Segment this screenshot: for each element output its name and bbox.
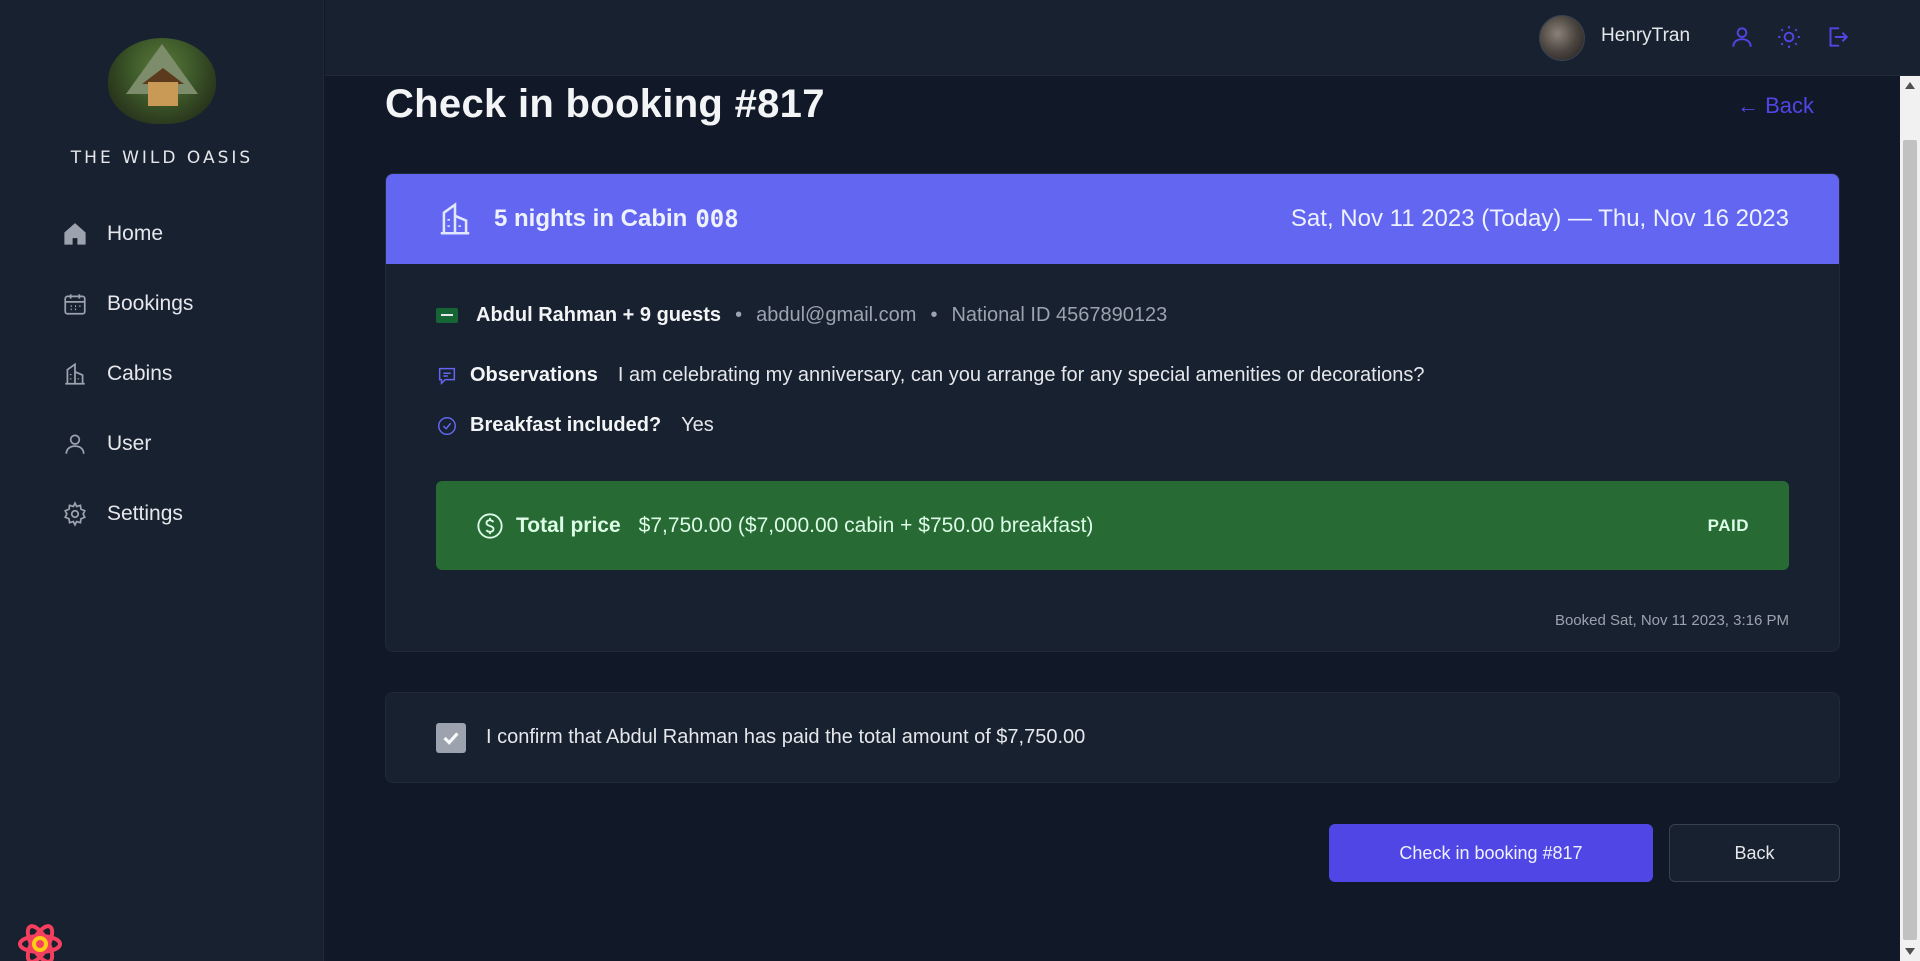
sidebar-item-label: User [107,432,152,455]
booking-card-header: 5 nights in Cabin 008 Sat, Nov 11 2023 (… [386,174,1839,264]
dollar-circle-icon [477,512,503,539]
guest-name: Abdul Rahman + 9 guests [476,304,722,326]
observations-label: Observations [470,364,598,386]
separator-dot: • [930,304,938,326]
logout-button[interactable] [1824,24,1850,50]
sidebar-item-label: Cabins [107,362,173,385]
gear-icon [64,501,86,527]
cabin-icon [440,202,470,235]
logo: THE WILD OASIS [0,38,324,168]
scrollbar[interactable] [1900,76,1920,961]
logout-icon [1829,27,1849,47]
brand-name: THE WILD OASIS [70,148,254,168]
observations-text: I am celebrating my anniversary, can you… [617,364,1425,386]
sidebar-item-bookings[interactable]: Bookings [52,280,292,328]
total-price-label: Total price [516,513,621,537]
back-button[interactable]: Back [1669,824,1840,882]
booked-timestamp: Booked Sat, Nov 11 2023, 3:16 PM [1554,612,1789,629]
cabin-number: 008 [695,205,739,233]
separator-dot: • [735,304,743,326]
total-price-value: $7,750.00 ($7,000.00 cabin + $750.00 bre… [638,513,1094,537]
scroll-down-arrow-icon[interactable] [1905,948,1915,955]
status-badge: PAID [1707,515,1749,535]
scroll-thumb[interactable] [1903,140,1917,940]
guest-email: abdul@gmail.com [756,304,917,326]
total-price: Total price $7,750.00 ($7,000.00 cabin +… [476,512,1093,540]
sidebar-item-label: Settings [107,502,183,525]
booking-dates: Sat, Nov 11 2023 (Today) — Thu, Nov 16 2… [1290,205,1789,232]
user-icon [1732,27,1752,47]
country-flag-icon [436,308,458,323]
breakfast-row: Breakfast included? Yes [436,414,714,437]
home-icon [64,223,86,245]
calendar-icon [64,294,86,315]
price-box: Total price $7,750.00 ($7,000.00 cabin +… [436,481,1789,570]
back-link[interactable]: ← Back [1737,93,1814,119]
account-button[interactable] [1729,24,1755,50]
sidebar-item-label: Bookings [107,292,194,315]
check-circle-icon [438,416,456,435]
logo-image [108,38,216,124]
confirm-label: I confirm that Abdul Rahman has paid the… [486,726,1086,748]
chat-bubble-icon [438,367,456,385]
national-id: National ID 4567890123 [951,304,1168,326]
cabin-icon [65,362,85,385]
sun-icon [1778,26,1800,48]
sidebar-nav: Home Bookings Cabins User Settings [52,210,292,560]
sidebar: THE WILD OASIS Home Bookings Cabins User… [0,0,324,961]
confirm-paid-checkbox[interactable] [436,722,466,753]
guest-info: Abdul Rahman + 9 guests • abdul@gmail.co… [436,304,1167,327]
check-in-button[interactable]: Check in booking #817 [1329,824,1653,882]
avatar [1539,15,1585,61]
checkmark-icon [443,731,459,745]
confirm-payment-box: I confirm that Abdul Rahman has paid the… [385,692,1840,783]
observations-row: Observations I am celebrating my anniver… [436,364,1425,387]
nights-label: 5 nights in Cabin [494,205,688,232]
booking-card: 5 nights in Cabin 008 Sat, Nov 11 2023 (… [385,173,1840,652]
user-icon [65,434,85,454]
sidebar-item-cabins[interactable]: Cabins [52,350,292,398]
react-devtools-icon[interactable] [16,920,64,961]
sidebar-item-label: Home [107,222,164,245]
sidebar-item-home[interactable]: Home [52,210,292,258]
sidebar-item-user[interactable]: User [52,420,292,468]
sidebar-item-settings[interactable]: Settings [52,490,292,538]
scroll-up-arrow-icon[interactable] [1905,82,1915,89]
breakfast-label: Breakfast included? [470,414,662,436]
user-name: HenryTran [1601,25,1691,46]
breakfast-value: Yes [681,414,714,436]
page-title: Check in booking #817 [385,82,825,126]
booking-summary: 5 nights in Cabin 008 [436,200,739,238]
theme-toggle-button[interactable] [1776,24,1802,50]
top-header: HenryTran [325,0,1920,76]
main-content: Check in booking #817 ← Back 5 nights in… [325,76,1900,961]
